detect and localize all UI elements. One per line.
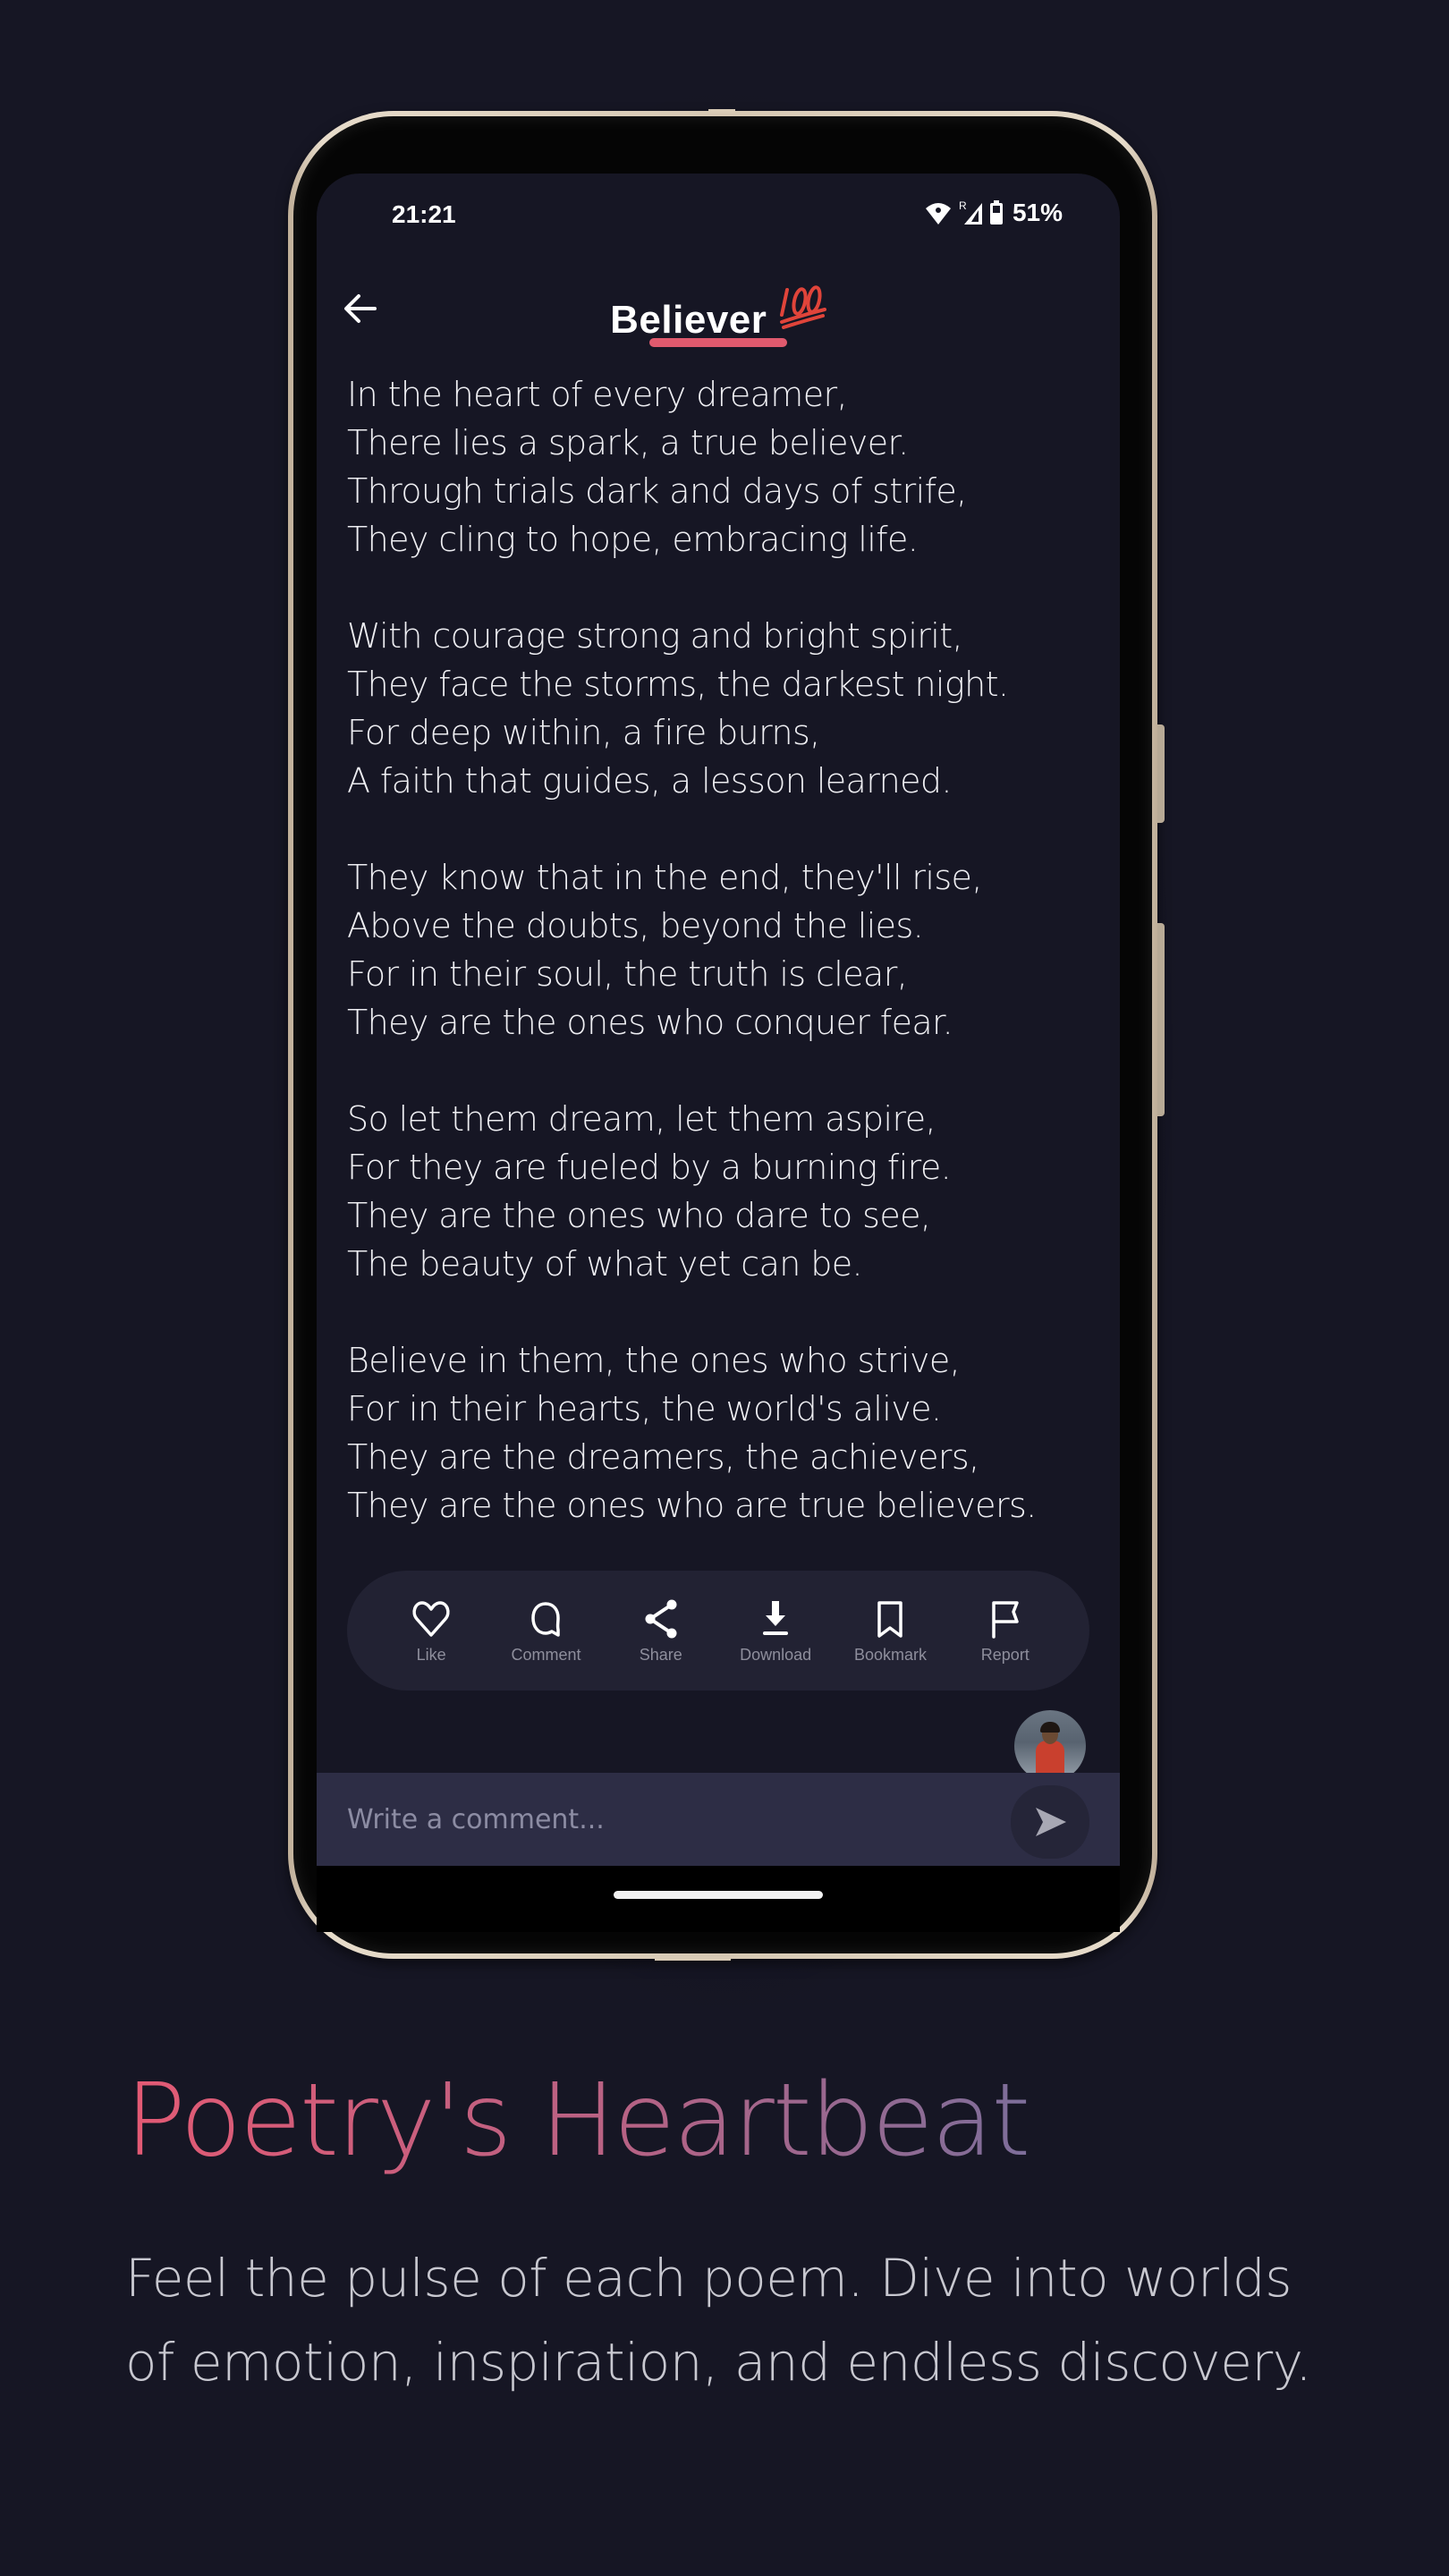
poem-line: Above the doubts, beyond the lies.: [347, 906, 924, 945]
poem-line: In the heart of every dreamer,: [347, 375, 848, 414]
bookmark-button[interactable]: Bookmark: [841, 1597, 939, 1665]
share-label: Share: [639, 1645, 682, 1664]
poem-stanza: With courage strong and bright spirit, T…: [347, 612, 1098, 805]
poem-line: They are the ones who dare to see,: [347, 1196, 931, 1235]
battery-percent: 51%: [1012, 199, 1063, 226]
battery-icon: [989, 200, 1004, 225]
poem-line: They know that in the end, they'll rise,: [347, 858, 982, 897]
network-badge: R: [959, 199, 967, 212]
poem-line: They face the storms, the darkest night.: [347, 665, 1009, 704]
comment-input[interactable]: [347, 1796, 973, 1843]
avatar[interactable]: [1014, 1710, 1086, 1782]
wifi-icon: [925, 200, 952, 225]
promo-headline: Poetry's Heartbeat: [125, 2063, 1030, 2179]
poem-line: They cling to hope, embracing life.: [347, 520, 919, 559]
page-title: Believer: [610, 298, 767, 342]
power-button: [1157, 724, 1165, 823]
poem-line: They are the ones who conquer fear.: [347, 1003, 953, 1042]
title-accent-underline: [649, 338, 787, 347]
poem-body: In the heart of every dreamer, There lie…: [347, 370, 1098, 1578]
poem-line: The beauty of what yet can be.: [347, 1244, 863, 1284]
report-label: Report: [980, 1645, 1030, 1664]
poem-line: For deep within, a fire burns,: [347, 713, 820, 752]
status-time: 21:21: [392, 200, 456, 228]
flag-icon: [992, 1600, 1019, 1639]
system-navigation-bar: [317, 1866, 1120, 1932]
comment-bar: [317, 1773, 1120, 1866]
poem-stanza: Believe in them, the ones who strive, Fo…: [347, 1336, 1098, 1530]
action-bar: Like Comment Share Download Bookmark Rep…: [347, 1571, 1089, 1690]
phone-bottom-seam: [655, 1957, 731, 1961]
poem-line: They are the dreamers, the achievers,: [347, 1437, 979, 1477]
like-button[interactable]: Like: [382, 1597, 480, 1665]
heart-icon: [412, 1600, 450, 1637]
poem-stanza: So let them dream, let them aspire, For …: [347, 1095, 1098, 1288]
phone-top-seam: [708, 109, 735, 113]
poem-line: With courage strong and bright spirit,: [347, 616, 963, 656]
volume-button: [1157, 923, 1165, 1116]
poem-line: For they are fueled by a burning fire.: [347, 1148, 952, 1187]
poem-line: There lies a spark, a true believer.: [347, 423, 909, 462]
poem-stanza: In the heart of every dreamer, There lie…: [347, 370, 1098, 564]
bookmark-icon: [877, 1600, 903, 1638]
status-icons: R 51%: [925, 199, 1063, 227]
poem-line: They are the ones who are true believers…: [347, 1486, 1037, 1525]
send-icon: [1036, 1808, 1066, 1836]
promo-description: Feel the pulse of each poem. Dive into w…: [125, 2248, 1312, 2393]
send-button[interactable]: [1011, 1785, 1089, 1859]
hundred-points-icon: [778, 284, 826, 334]
download-label: Download: [740, 1645, 812, 1664]
avatar-hair: [1040, 1722, 1060, 1733]
cellular-signal-icon: R: [957, 199, 984, 226]
poem-line: Believe in them, the ones who strive,: [347, 1341, 961, 1380]
home-indicator[interactable]: [614, 1891, 823, 1899]
download-icon: [763, 1600, 789, 1635]
comment-button[interactable]: Comment: [496, 1597, 595, 1665]
share-icon: [645, 1599, 677, 1638]
share-button[interactable]: Share: [612, 1597, 710, 1665]
poem-line: So let them dream, let them aspire,: [347, 1099, 936, 1139]
bookmark-label: Bookmark: [853, 1645, 927, 1664]
comment-label: Comment: [511, 1645, 581, 1664]
poem-line: Through trials dark and days of strife,: [347, 471, 967, 511]
title-wrap: Believer: [317, 284, 1120, 343]
status-bar: 21:21 R 51%: [317, 174, 1120, 254]
poem-line: For in their hearts, the world's alive.: [347, 1389, 942, 1428]
comment-icon: [531, 1601, 561, 1637]
poem-stanza: They know that in the end, they'll rise,…: [347, 853, 1098, 1046]
like-label: Like: [416, 1645, 446, 1664]
app-screen: 21:21 R 51% Believer In the heart of eve…: [317, 174, 1120, 1866]
download-button[interactable]: Download: [726, 1597, 825, 1665]
report-button[interactable]: Report: [956, 1597, 1055, 1665]
poem-line: For in their soul, the truth is clear,: [347, 954, 908, 994]
poem-line: A faith that guides, a lesson learned.: [347, 761, 952, 801]
